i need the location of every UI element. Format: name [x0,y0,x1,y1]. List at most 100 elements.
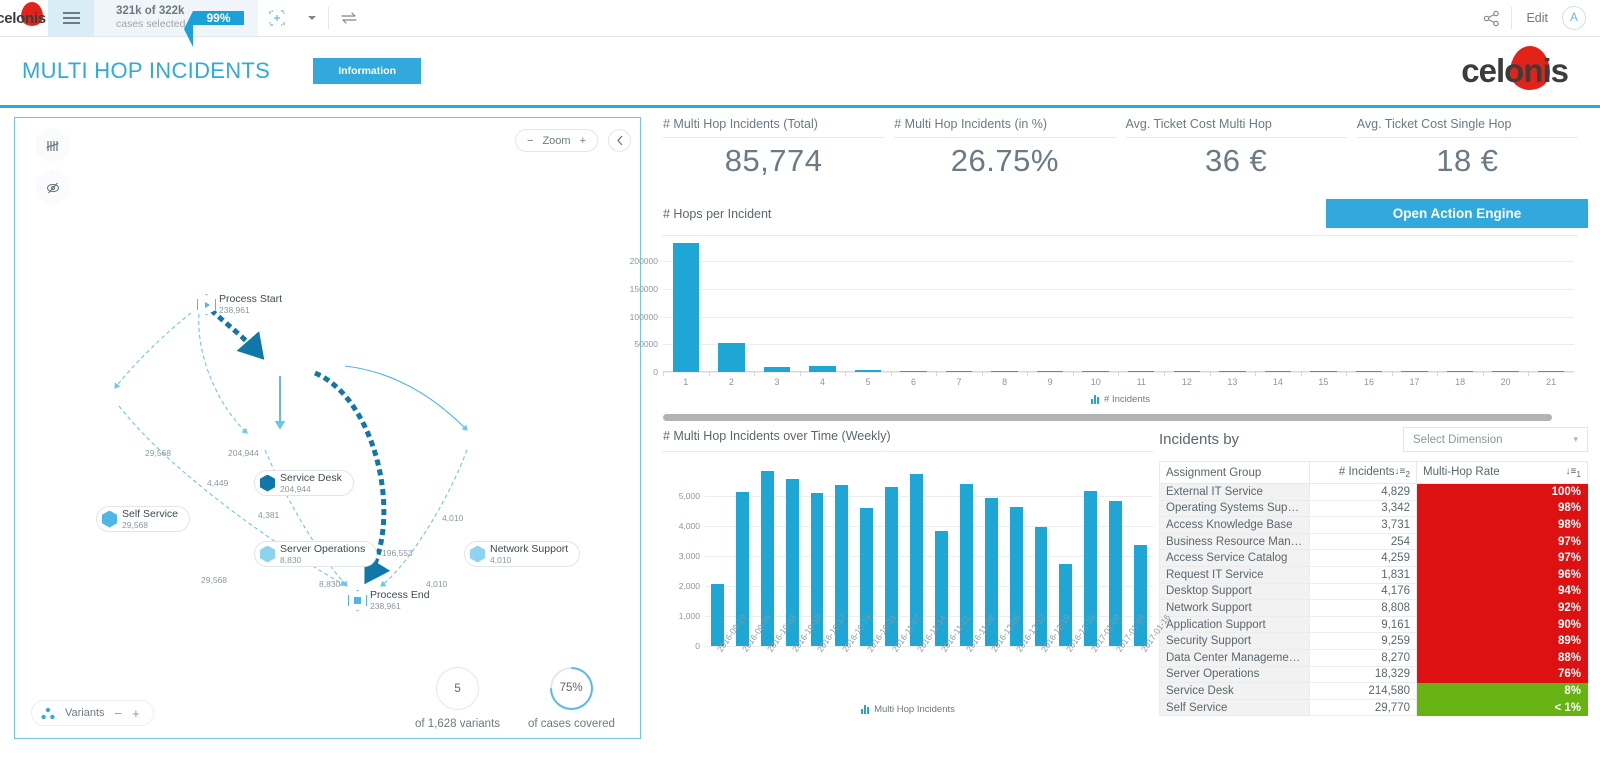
variants-increase-button[interactable]: + [132,706,140,721]
incidents-table-title: Incidents by [1159,431,1240,448]
bar[interactable] [672,243,699,372]
server-operations-node[interactable]: Server Operations 8,830 [254,541,378,567]
weekly-legend[interactable]: Multi Hop Incidents [663,704,1153,715]
node-hex-icon [260,474,275,492]
x-axis-tick: 7 [936,372,982,394]
process-explorer-panel[interactable]: − Zoom + Process Start 238,961 Service D… [14,117,641,739]
network-support-node[interactable]: Network Support 4,010 [464,541,581,567]
table-row[interactable]: External IT Service 4,829 100% [1159,483,1588,501]
incidents-table-panel: Incidents by Select Dimension ▾ Assignme… [1153,421,1588,763]
variants-label: Variants [65,707,105,719]
variants-control[interactable]: Variants − + [31,700,154,726]
column-incidents[interactable]: # Incidents ↓≡2 [1309,461,1417,484]
table-row[interactable]: Access Knowledge Base 3,731 98% [1159,516,1588,534]
edge-label: 4,381 [258,510,280,520]
celonis-logo[interactable]: celonis [0,0,48,36]
y-axis-tick: 200000 [629,256,658,267]
kpi-label: # Multi Hop Incidents (Total) [663,117,885,138]
process-start-label: Process Start 238,961 [219,294,282,316]
cell-assignment-group: Request IT Service [1159,565,1310,584]
bar-slot [936,242,982,372]
table-row[interactable]: Business Resource Mana... 254 97% [1159,532,1588,551]
cell-incidents: 4,829 [1309,483,1417,501]
bar-slot [1073,242,1119,372]
selection-tool-button[interactable] [258,0,296,36]
table-row[interactable]: Desktop Support 4,176 94% [1159,582,1588,601]
table-row[interactable]: Access Service Catalog 4,259 97% [1159,549,1588,567]
edge-label: 196,553 [382,548,413,558]
y-axis-tick: 150000 [629,284,658,295]
x-axis-tick: 3 [754,372,800,394]
brand-text: celonis [1461,52,1569,89]
stop-icon [354,597,361,604]
y-axis-tick: 2,000 [678,581,700,591]
swap-button[interactable] [329,0,369,36]
table-row[interactable]: Request IT Service 1,831 96% [1159,565,1588,584]
cell-incidents: 1,831 [1309,565,1417,584]
open-action-engine-button[interactable]: Open Action Engine [1326,199,1588,228]
cases-selected-indicator[interactable]: 321k of 322k cases selected 99% [94,0,258,47]
hamburger-menu-button[interactable] [48,0,94,36]
bar-slot [1027,242,1073,372]
cell-incidents: 214,580 [1309,682,1417,700]
bar-slot [754,242,800,372]
cell-multi-hop-rate: 76% [1416,666,1588,683]
horizontal-scrollbar[interactable] [663,414,1552,421]
table-row[interactable]: Network Support 8,808 92% [1159,599,1588,617]
cell-multi-hop-rate: 96% [1416,566,1588,584]
weekly-legend-label: Multi Hop Incidents [874,704,955,715]
edit-button[interactable]: Edit [1512,0,1562,36]
bar-chart-icon [861,705,870,714]
hops-x-axis: 1 2 3 4 5 6 7 8 9 10 11 12 13 14 15 16 17 18 20 21 [663,372,1574,394]
page-title: MULTI HOP INCIDENTS [22,58,271,83]
column-multi-hop-rate[interactable]: Multi-Hop Rate ↓≡1 [1416,461,1588,484]
node-label: Service Desk [280,471,342,484]
table-header-row: Assignment Group # Incidents ↓≡2 Multi-H… [1159,461,1588,484]
kpi-avg-cost-multi-hop: Avg. Ticket Cost Multi Hop 36 € [1125,117,1357,193]
hamburger-icon [62,9,80,27]
avatar[interactable]: A [1562,6,1586,30]
cell-assignment-group: External IT Service [1159,483,1310,501]
variants-count-circle: 5 [436,667,480,710]
cell-incidents: 29,770 [1309,698,1417,717]
dashboard-header: MULTI HOP INCIDENTS Information celonis [0,37,1600,108]
service-desk-node[interactable]: Service Desk 204,944 [254,470,354,496]
play-icon [204,301,210,308]
dimension-select[interactable]: Select Dimension ▾ [1403,427,1588,452]
table-row[interactable]: Application Support 9,161 90% [1159,615,1588,634]
sort-descending-icon[interactable]: ↓≡2 [1395,466,1410,479]
bar-slot [1164,242,1210,372]
hops-divider [663,235,1578,236]
cell-assignment-group: Network Support [1159,599,1310,617]
cell-incidents: 4,259 [1309,549,1417,567]
selection-dropdown-button[interactable] [296,0,328,36]
bar-slot [1255,242,1301,372]
incidents-table[interactable]: Assignment Group # Incidents ↓≡2 Multi-H… [1159,461,1588,717]
edge-label: 204,944 [228,448,259,458]
table-row[interactable]: Operating Systems Support 3,342 98% [1159,499,1588,518]
cell-incidents: 8,808 [1309,599,1417,617]
column-assignment-group[interactable]: Assignment Group [1159,461,1310,484]
node-hex-icon [102,510,117,528]
y-axis-tick: 100000 [629,311,658,322]
hops-per-incident-chart[interactable]: 0 50000 100000 150000 200000 [630,242,1574,377]
bar[interactable] [1059,564,1073,646]
y-axis-tick: 0 [653,367,658,377]
variants-decrease-button[interactable]: − [115,706,123,721]
table-row[interactable]: Service Desk 214,580 8% [1159,682,1588,700]
bar[interactable] [718,342,745,372]
table-row[interactable]: Data Center Management... 8,270 88% [1159,648,1588,667]
selection-box-icon [268,10,285,26]
share-button[interactable] [1472,0,1511,36]
self-service-node[interactable]: Self Service 29,568 [96,506,191,532]
information-button[interactable]: Information [313,58,422,84]
table-row[interactable]: Security Support 9,259 89% [1159,632,1588,650]
table-row[interactable]: Server Operations 18,329 76% [1159,665,1588,684]
sort-descending-icon-2[interactable]: ↓≡1 [1566,466,1581,479]
x-axis-tick: 15 [1300,372,1347,394]
column-rate-label: Multi-Hop Rate [1423,466,1500,478]
table-row[interactable]: Self Service 29,770 < 1% [1159,698,1588,717]
cell-assignment-group: Business Resource Mana... [1159,532,1310,551]
sort-order-badge: 2 [1405,469,1410,479]
hops-legend[interactable]: # Incidents [653,394,1588,405]
